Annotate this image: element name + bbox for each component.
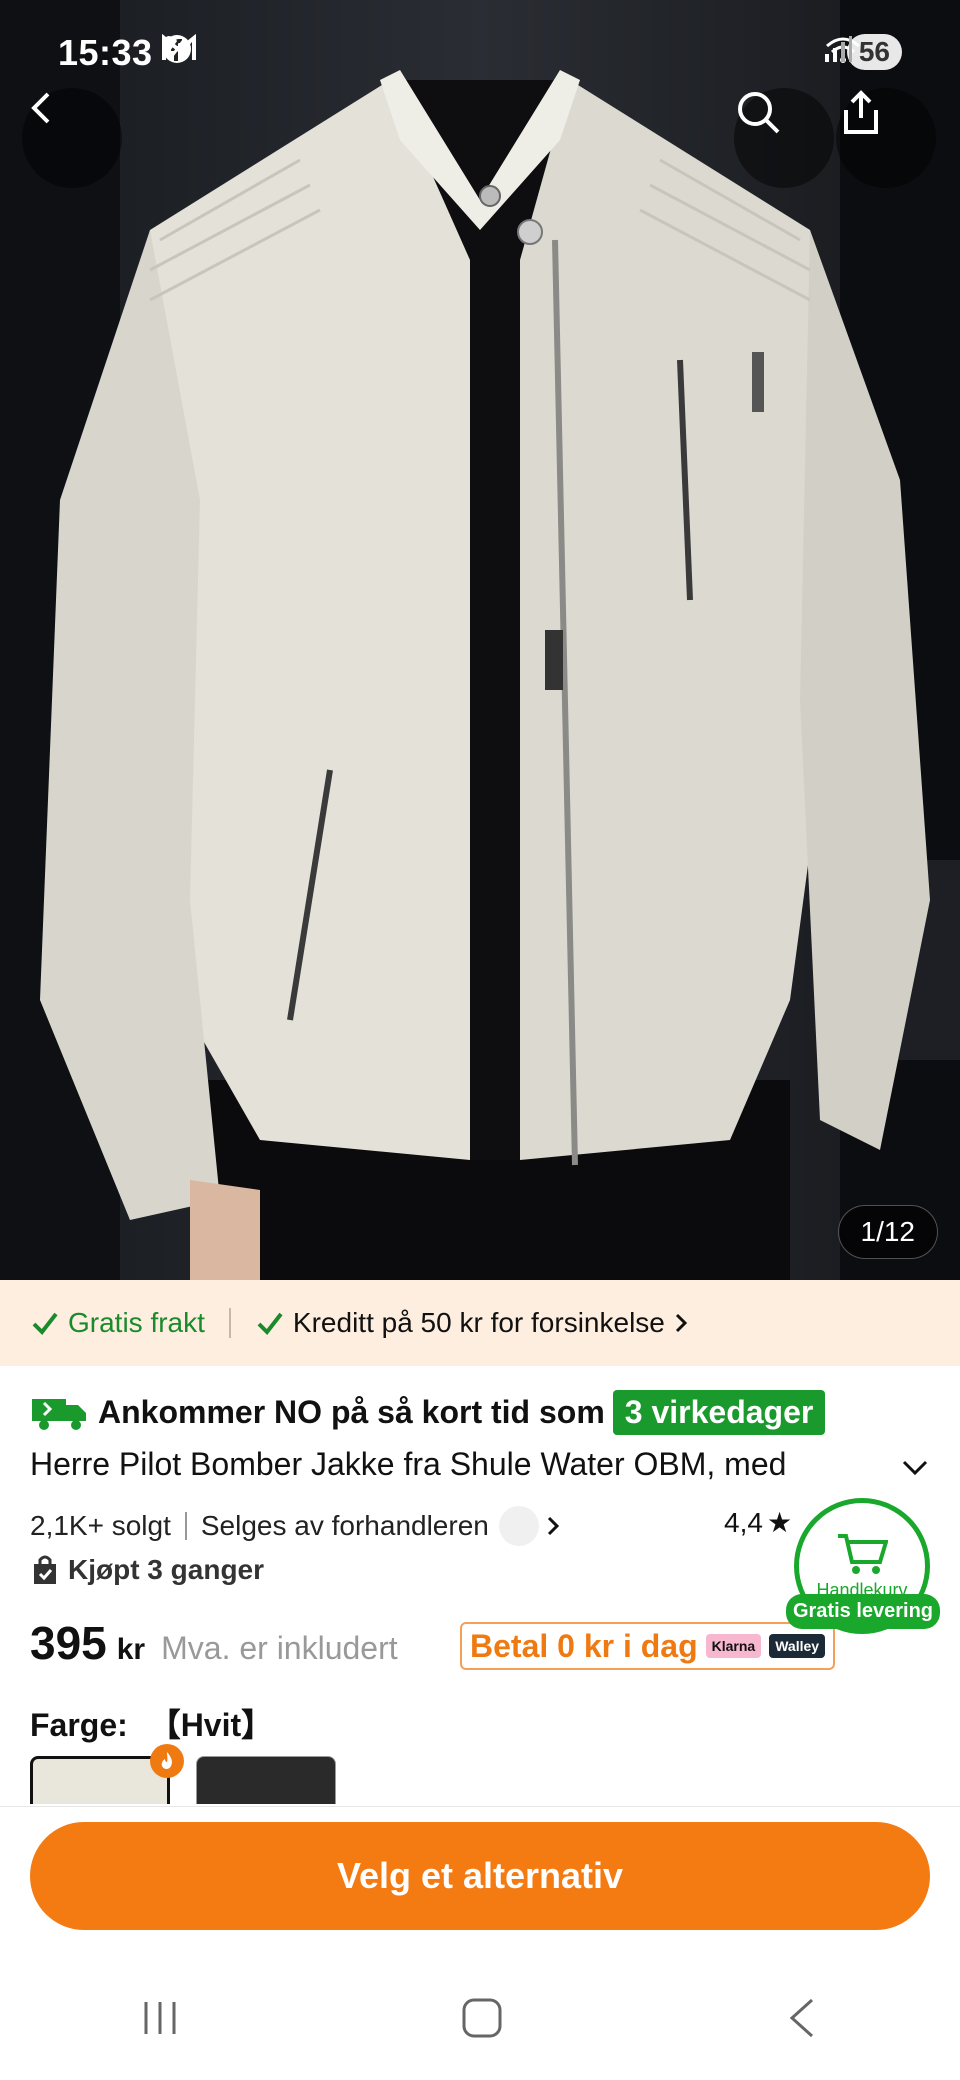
- rating-value: 4,4: [724, 1506, 763, 1538]
- vat-note: Mva. er inkludert: [161, 1630, 398, 1666]
- back-arrow-icon: [789, 1998, 814, 2037]
- back-button[interactable]: [22, 88, 122, 188]
- color-value: 【Hvit】: [148, 1707, 274, 1743]
- share-icon: [844, 90, 878, 134]
- image-page-counter: 1/12: [837, 1205, 938, 1259]
- price: 395 kr Mva. er inkludert: [30, 1616, 398, 1670]
- seller-text: Selges av forhandleren: [200, 1510, 489, 1541]
- seller-link[interactable]: Selges av forhandleren: [201, 1506, 561, 1546]
- expand-title-button[interactable]: [898, 1450, 932, 1489]
- jacket-illustration: [0, 0, 960, 1280]
- price-value: 395: [30, 1617, 107, 1669]
- color-label: Farge:: [30, 1707, 128, 1743]
- pay-later-badge[interactable]: Betal 0 kr i dag Klarna Walley: [460, 1622, 836, 1670]
- product-image[interactable]: 15:33 56 1/12: [0, 0, 960, 1280]
- share-button[interactable]: [836, 88, 936, 188]
- color-selection: Farge: 【Hvit】: [30, 1700, 273, 1746]
- check-icon: [257, 1312, 283, 1336]
- banner-divider: [228, 1308, 231, 1338]
- free-delivery-ribbon: Gratis levering: [786, 1594, 940, 1629]
- chevron-right-icon: [547, 1516, 559, 1536]
- color-swatch-white[interactable]: [30, 1756, 170, 1804]
- cart-icon: [838, 1533, 888, 1574]
- status-bar: 15:33 56: [0, 0, 960, 104]
- system-back-button[interactable]: [782, 1994, 822, 2047]
- shipping-banner[interactable]: Gratis frakt Kreditt på 50 kr for forsin…: [0, 1280, 960, 1366]
- free-shipping-badge: Gratis frakt: [30, 1307, 205, 1339]
- search-button[interactable]: [734, 88, 834, 188]
- klarna-logo: Klarna: [705, 1634, 762, 1658]
- product-meta: 2,1K+ solgt Selges av forhandleren: [30, 1506, 561, 1546]
- search-icon: [738, 92, 780, 134]
- pay-later-text: Betal 0 kr i dag: [470, 1627, 698, 1664]
- star-icon: ★: [766, 1507, 793, 1538]
- bought-count: Kjøpt 3 ganger: [30, 1554, 264, 1586]
- price-currency: kr: [116, 1633, 146, 1666]
- delivery-estimate: Ankommer NO på så kort tid som 3 virkeda…: [30, 1390, 826, 1435]
- chevron-left-icon: [31, 92, 50, 124]
- flame-icon: [150, 1744, 184, 1778]
- walley-logo: Walley: [769, 1634, 826, 1658]
- system-status: 56: [823, 34, 902, 70]
- meta-divider: [184, 1512, 187, 1540]
- delay-credit-link[interactable]: Kreditt på 50 kr for forsinkelse: [255, 1307, 689, 1339]
- shopping-bag-icon: [34, 1555, 56, 1584]
- color-swatch-black[interactable]: [196, 1756, 336, 1804]
- recent-apps-button[interactable]: [138, 1998, 182, 2043]
- delay-credit-text: Kreditt på 50 kr for forsinkelse: [292, 1307, 665, 1338]
- arrival-days-badge: 3 virkedager: [612, 1390, 826, 1435]
- bought-text: Kjøpt 3 ganger: [68, 1554, 265, 1585]
- sold-count: 2,1K+ solgt: [30, 1510, 171, 1541]
- home-icon: [462, 1998, 502, 2037]
- status-time: 15:33: [58, 32, 153, 73]
- recent-apps-icon: [144, 2001, 176, 2034]
- arrival-text: Ankommer NO på så kort tid som: [98, 1394, 605, 1430]
- rating[interactable]: 4,4 ★: [724, 1506, 792, 1539]
- system-nav-bar: [0, 1960, 960, 2080]
- delivery-truck-icon: [32, 1398, 86, 1430]
- chevron-down-icon: [902, 1460, 928, 1476]
- check-icon: [32, 1312, 58, 1336]
- home-button[interactable]: [458, 1994, 506, 2047]
- title-fade: [780, 1446, 880, 1490]
- free-shipping-text: Gratis frakt: [68, 1307, 205, 1338]
- seller-logo: [498, 1506, 539, 1546]
- choose-option-button[interactable]: Velg et alternativ: [30, 1822, 930, 1930]
- chevron-right-icon: [675, 1313, 687, 1333]
- bottom-divider: [0, 1806, 960, 1807]
